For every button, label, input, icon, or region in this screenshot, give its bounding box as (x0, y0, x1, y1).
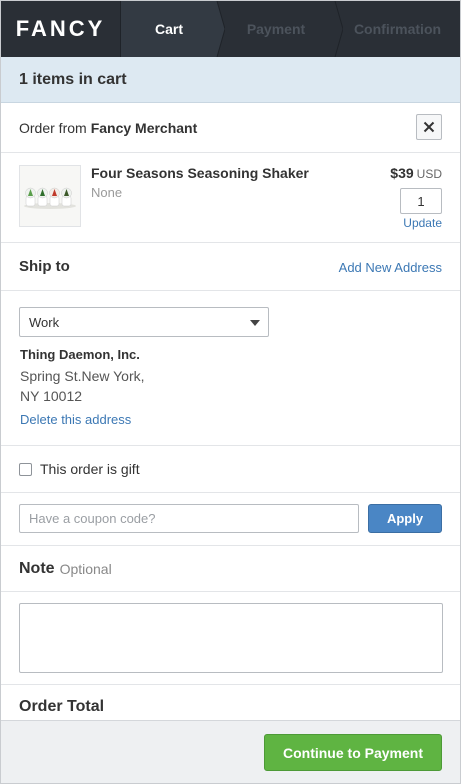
step-cart[interactable]: Cart (121, 1, 225, 57)
coupon-input[interactable] (19, 504, 359, 533)
items-in-cart-bar: 1 items in cart (1, 57, 460, 103)
product-thumbnail[interactable] (19, 165, 81, 227)
checkout-footer: Continue to Payment (1, 720, 460, 783)
address-select[interactable]: Work (19, 307, 269, 337)
chevron-right-icon (327, 1, 343, 57)
note-optional-label: Optional (59, 560, 112, 577)
product-option: None (91, 185, 123, 200)
address-line-2: NY 10012 (20, 388, 83, 404)
gift-row: This order is gift (1, 446, 460, 493)
coupon-row: Apply (1, 493, 460, 546)
gift-label[interactable]: This order is gift (40, 461, 140, 477)
quantity-input[interactable] (400, 188, 442, 214)
continue-to-payment-button[interactable]: Continue to Payment (264, 734, 442, 771)
step-confirmation-label: Confirmation (353, 21, 442, 37)
address-name: Thing Daemon, Inc. (20, 347, 140, 362)
step-payment-label: Payment (246, 21, 306, 37)
ship-to-header: Ship to Add New Address (1, 243, 460, 291)
remove-merchant-button[interactable] (416, 114, 442, 140)
order-from-label: Order from (19, 119, 87, 136)
cart-item: Four Seasons Seasoning Shaker None $39 US… (1, 153, 460, 243)
address-select-value: Work (29, 314, 60, 330)
step-payment: Payment (217, 1, 343, 57)
product-name[interactable]: Four Seasons Seasoning Shaker (91, 165, 309, 181)
top-nav: FANCY Cart Payment Confirmation (1, 1, 460, 57)
gift-checkbox[interactable] (19, 462, 32, 476)
product-price: $39 USD (390, 165, 442, 181)
delete-address-link[interactable]: Delete this address (20, 412, 131, 427)
note-header: Note Optional (1, 546, 460, 592)
merchant-name: Fancy Merchant (90, 119, 198, 136)
chevron-right-icon (209, 1, 225, 57)
cart-window: FANCY Cart Payment Confirmation 1 items … (0, 0, 461, 784)
update-quantity-link[interactable]: Update (403, 216, 442, 230)
add-new-address-link[interactable]: Add New Address (339, 260, 442, 275)
address-section: Work Thing Daemon, Inc. Spring St.New Yo… (1, 291, 460, 446)
items-count: 1 items in cart (19, 70, 127, 88)
step-confirmation: Confirmation (335, 1, 460, 57)
note-field-row (1, 592, 460, 685)
price-currency: USD (416, 167, 442, 181)
apply-coupon-button[interactable]: Apply (368, 504, 442, 533)
product-image (24, 187, 76, 209)
price-amount: $39 (390, 165, 414, 181)
address-line-1: Spring St.New York, (20, 368, 145, 384)
step-cart-label: Cart (154, 21, 183, 37)
note-textarea[interactable] (19, 603, 443, 673)
close-icon (423, 121, 435, 133)
note-title: Note (19, 559, 55, 577)
ship-to-title: Ship to (19, 258, 70, 275)
order-total-title: Order Total (19, 698, 105, 715)
merchant-row: Order from Fancy Merchant (1, 103, 460, 153)
fancy-logo[interactable]: FANCY (1, 1, 121, 57)
chevron-down-icon (250, 320, 260, 326)
